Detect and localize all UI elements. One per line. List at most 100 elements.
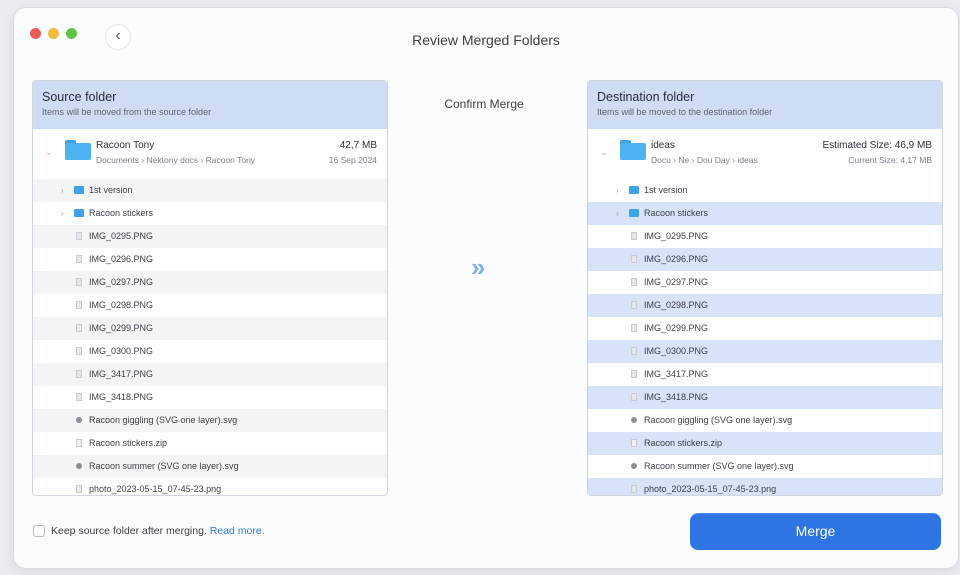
list-item[interactable]: IMG_3418.PNG: [33, 386, 387, 409]
image-file-icon: [631, 393, 637, 401]
destination-estimated-size: Estimated Size: 46,9 MB: [822, 140, 933, 151]
source-panel-subtitle: Items will be moved from the source fold…: [42, 107, 212, 117]
list-item[interactable]: › Racoon stickers: [33, 202, 387, 225]
item-name: photo_2023-05-15_07-45-23.png: [644, 484, 777, 494]
list-item[interactable]: IMG_0296.PNG: [588, 248, 942, 271]
keep-source-checkbox[interactable]: [33, 525, 45, 537]
list-item[interactable]: photo_2023-05-15_07-45-23.png: [588, 478, 942, 495]
item-name: Racoon summer (SVG one layer).svg: [89, 461, 239, 471]
chevron-right-icon[interactable]: ›: [61, 202, 64, 225]
item-name: 1st version: [644, 185, 688, 195]
image-file-icon: [631, 255, 637, 263]
arrow-glyph: »: [471, 252, 486, 282]
list-item[interactable]: IMG_3418.PNG: [588, 386, 942, 409]
image-file-icon: [631, 485, 637, 493]
item-name: Racoon stickers: [89, 208, 154, 218]
source-panel-header: Source folder Items will be moved from t…: [33, 81, 387, 129]
list-item[interactable]: IMG_0296.PNG: [33, 248, 387, 271]
list-item[interactable]: IMG_0299.PNG: [33, 317, 387, 340]
item-name: IMG_0299.PNG: [89, 323, 154, 333]
source-root-date: 16 Sep 2024: [328, 155, 377, 165]
image-file-icon: [76, 393, 82, 401]
image-file-icon: [76, 278, 82, 286]
list-item[interactable]: IMG_0295.PNG: [33, 225, 387, 248]
item-name: Racoon giggling (SVG one layer).svg: [89, 415, 238, 425]
list-item[interactable]: Racoon stickers.zip: [588, 432, 942, 455]
list-item[interactable]: IMG_0299.PNG: [588, 317, 942, 340]
list-item[interactable]: IMG_3417.PNG: [33, 363, 387, 386]
list-item[interactable]: › 1st version: [33, 179, 387, 202]
list-item[interactable]: Racoon giggling (SVG one layer).svg: [33, 409, 387, 432]
list-item[interactable]: IMG_0295.PNG: [588, 225, 942, 248]
item-name: IMG_0298.PNG: [89, 300, 154, 310]
svg-file-icon: [631, 463, 637, 469]
list-item[interactable]: IMG_3417.PNG: [588, 363, 942, 386]
chevron-right-icon[interactable]: ›: [61, 179, 64, 202]
list-item[interactable]: IMG_0298.PNG: [588, 294, 942, 317]
list-item[interactable]: › Racoon stickers: [588, 202, 942, 225]
image-file-icon: [631, 301, 637, 309]
item-name: IMG_0298.PNG: [644, 300, 709, 310]
double-arrow-right-icon: »: [471, 252, 486, 283]
item-name: IMG_0295.PNG: [89, 231, 154, 241]
list-item[interactable]: IMG_0298.PNG: [33, 294, 387, 317]
source-items-list: › 1st version › Racoon stickers IMG_0295.PNG…: [33, 179, 387, 495]
list-item[interactable]: IMG_0300.PNG: [33, 340, 387, 363]
folder-icon: [74, 209, 84, 217]
item-name: Racoon stickers.zip: [644, 438, 723, 448]
confirm-merge-label: Confirm Merge: [444, 97, 524, 111]
merge-button[interactable]: Merge: [690, 513, 941, 550]
merge-window: ‹ Review Merged Folders Source folder It…: [14, 8, 958, 568]
item-name: IMG_0296.PNG: [89, 254, 154, 264]
chevron-right-icon[interactable]: ›: [616, 202, 619, 225]
list-item[interactable]: photo_2023-05-15_07-45-23.png: [33, 478, 387, 495]
item-name: IMG_3417.PNG: [644, 369, 709, 379]
item-name: IMG_3418.PNG: [89, 392, 154, 402]
item-name: IMG_0297.PNG: [89, 277, 154, 287]
image-file-icon: [76, 255, 82, 263]
list-item[interactable]: Racoon stickers.zip: [33, 432, 387, 455]
list-item[interactable]: › 1st version: [588, 179, 942, 202]
list-item[interactable]: IMG_0297.PNG: [588, 271, 942, 294]
list-item[interactable]: Racoon giggling (SVG one layer).svg: [588, 409, 942, 432]
list-item[interactable]: Racoon summer (SVG one layer).svg: [588, 455, 942, 478]
folder-icon: [629, 209, 639, 217]
chevron-right-icon[interactable]: ›: [616, 179, 619, 202]
item-name: IMG_3417.PNG: [89, 369, 154, 379]
source-root-path: Documents › Nektony docs › Racoon Tony: [96, 155, 256, 165]
list-item[interactable]: Racoon summer (SVG one layer).svg: [33, 455, 387, 478]
item-name: IMG_0300.PNG: [644, 346, 709, 356]
read-more-link[interactable]: Read more.: [210, 525, 265, 537]
folder-icon: [74, 186, 84, 194]
item-name: photo_2023-05-15_07-45-23.png: [89, 484, 222, 494]
item-name: IMG_0297.PNG: [644, 277, 709, 287]
source-folder-panel: Source folder Items will be moved from t…: [32, 80, 388, 496]
list-item[interactable]: IMG_0297.PNG: [33, 271, 387, 294]
zip-file-icon: [76, 439, 82, 447]
zip-file-icon: [631, 439, 637, 447]
image-file-icon: [631, 370, 637, 378]
image-file-icon: [76, 347, 82, 355]
list-item[interactable]: IMG_0300.PNG: [588, 340, 942, 363]
keep-source-label: Keep source folder after merging. Read m…: [51, 525, 265, 537]
image-file-icon: [631, 324, 637, 332]
chevron-down-icon[interactable]: ⌄: [45, 147, 53, 158]
destination-root-name: ideas: [651, 140, 675, 151]
destination-panel-header: Destination folder Items will be moved t…: [588, 81, 942, 129]
source-root-folder[interactable]: ⌄ Racoon Tony Documents › Nektony docs ›…: [33, 129, 387, 179]
chevron-down-icon[interactable]: ⌄: [600, 147, 608, 158]
title-bar: ‹ Review Merged Folders: [14, 8, 958, 66]
image-file-icon: [76, 370, 82, 378]
item-name: Racoon stickers: [644, 208, 709, 218]
image-file-icon: [631, 278, 637, 286]
svg-file-icon: [76, 463, 82, 469]
source-root-name: Racoon Tony: [96, 140, 155, 151]
image-file-icon: [76, 232, 82, 240]
image-file-icon: [76, 485, 82, 493]
destination-root-folder[interactable]: ⌄ ideas Docu › Ne › Dou Day › ideas Esti…: [588, 129, 942, 179]
destination-folder-panel: Destination folder Items will be moved t…: [587, 80, 943, 496]
item-name: IMG_0300.PNG: [89, 346, 154, 356]
destination-current-size: Current Size: 4,17 MB: [848, 155, 932, 165]
image-file-icon: [76, 301, 82, 309]
keep-source-text: Keep source folder after merging.: [51, 525, 207, 537]
